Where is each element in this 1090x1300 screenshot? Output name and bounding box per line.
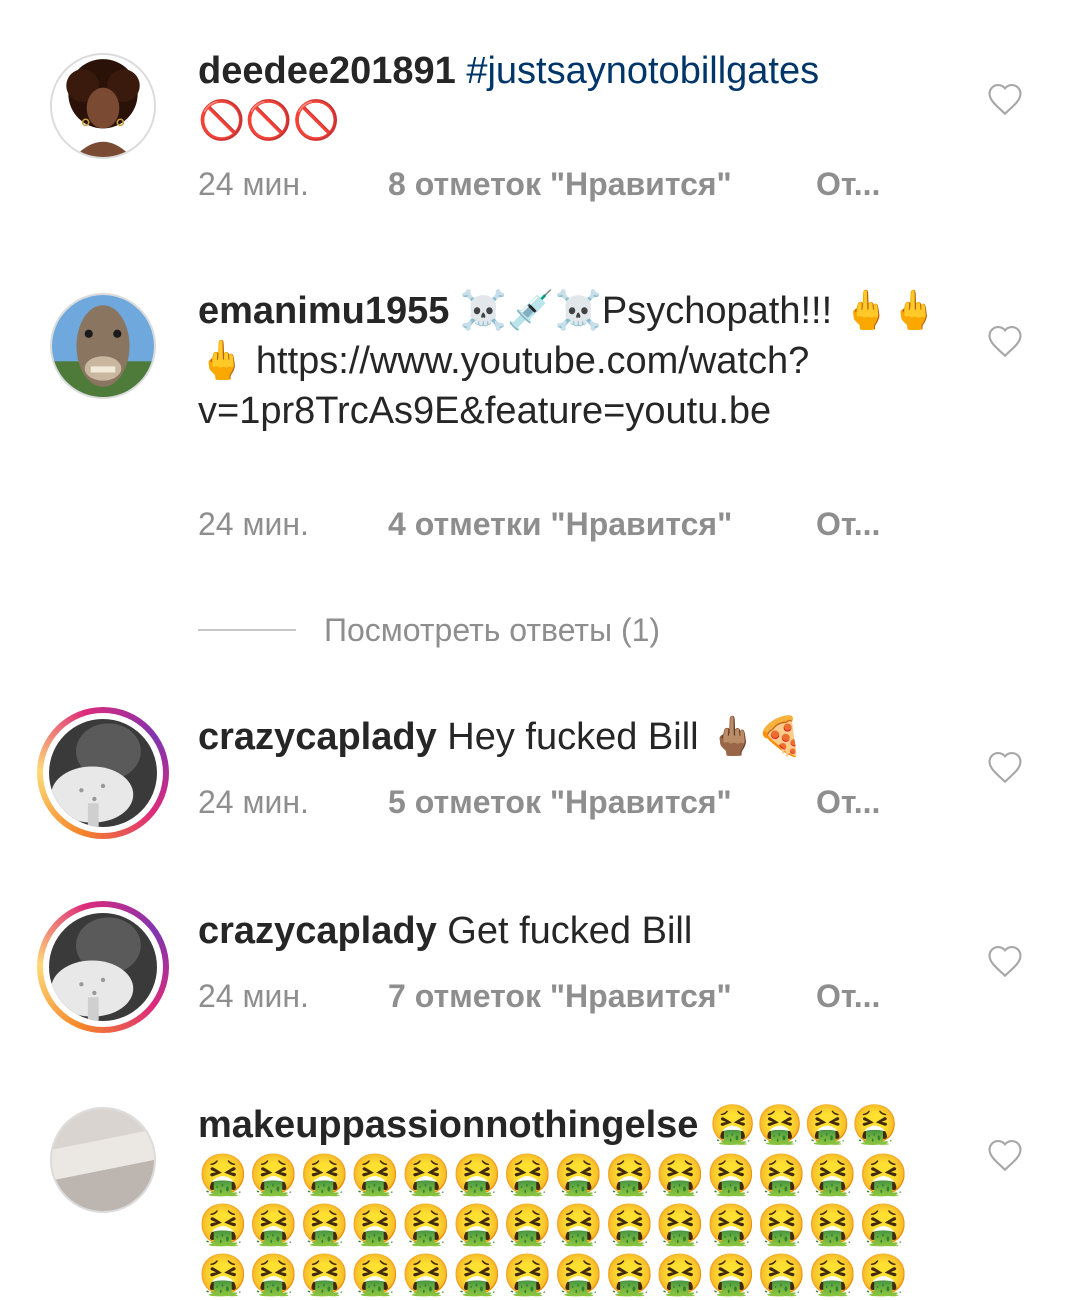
likes-count-link[interactable]: 4 отметки "Нравится" [388, 506, 816, 543]
reply-button[interactable]: От... [816, 506, 880, 543]
comment-meta: 24 мин. 5 отметок "Нравится" От... [198, 784, 880, 821]
comment-username[interactable]: makeuppassionnothingelse [198, 1104, 698, 1146]
comment-username[interactable]: crazycaplady [198, 910, 437, 952]
avatar-story-ring[interactable] [37, 901, 169, 1033]
emoji-row: 🤮🤮🤮🤮🤮🤮🤮🤮🤮🤮🤮🤮🤮🤮 [198, 1253, 910, 1297]
hashtag-link[interactable]: #justsaynotobillgates [466, 50, 819, 92]
avatar-image [52, 1109, 154, 1211]
view-replies-button[interactable]: Посмотреть ответы (1) [198, 608, 660, 652]
comment-meta: 24 мин. 8 отметок "Нравится" От... [198, 166, 880, 203]
comment-text: crazycaplady Hey fucked Bill 🖕🏽🍕 [198, 712, 938, 762]
comment-time: 24 мин. [198, 166, 309, 202]
emoji-line: 🚫🚫🚫 [198, 100, 340, 142]
comment-body: Hey fucked Bill 🖕🏽🍕 [436, 716, 804, 758]
comment-text: emanimu1955 ☠️💉☠️Psychopath!!! 🖕🖕🖕 https… [198, 286, 938, 436]
like-button[interactable] [986, 82, 1024, 116]
likes-count-link[interactable]: 5 отметок "Нравится" [388, 784, 816, 821]
like-button[interactable] [986, 944, 1024, 978]
comment-time: 24 мин. [198, 978, 309, 1014]
comment-time: 24 мин. [198, 506, 309, 542]
reply-button[interactable]: От... [816, 978, 880, 1015]
avatar-story-ring[interactable] [37, 707, 169, 839]
heart-outline-icon [988, 84, 1022, 116]
emoji-row: 🤮🤮🤮🤮🤮🤮🤮🤮🤮🤮🤮🤮🤮🤮 [198, 1203, 910, 1247]
heart-outline-icon [988, 326, 1022, 358]
view-replies-label: Посмотреть ответы (1) [324, 611, 661, 648]
avatar[interactable] [50, 53, 156, 159]
comment-username[interactable]: deedee201891 [198, 50, 456, 92]
comment-text: makeuppassionnothingelse 🤮🤮🤮🤮 🤮🤮🤮🤮🤮🤮🤮🤮🤮🤮… [198, 1100, 938, 1300]
reply-button[interactable]: От... [816, 166, 880, 203]
avatar[interactable] [50, 1107, 156, 1213]
comment-body: Get fucked Bill [436, 910, 693, 952]
reply-button[interactable]: От... [816, 784, 880, 821]
avatar-image [52, 55, 154, 157]
heart-outline-icon [988, 752, 1022, 784]
comment-username[interactable]: emanimu1955 [198, 290, 449, 332]
emoji-row: 🤮🤮🤮🤮🤮🤮🤮🤮🤮🤮🤮🤮🤮🤮 [198, 1153, 910, 1197]
heart-outline-icon [988, 946, 1022, 978]
comment-time: 24 мин. [198, 784, 309, 820]
comment-username[interactable]: crazycaplady [198, 716, 437, 758]
comment-meta: 24 мин. 7 отметок "Нравится" От... [198, 978, 880, 1015]
divider-line [198, 629, 296, 631]
comment-text: deedee201891 #justsaynotobillgates 🚫🚫🚫 [198, 46, 938, 146]
avatar-image [49, 719, 157, 827]
comment-body [456, 50, 467, 92]
avatar-image [52, 295, 154, 397]
comment-body: 🤮🤮🤮🤮 [698, 1104, 899, 1146]
avatar[interactable] [50, 293, 156, 399]
like-button[interactable] [986, 1138, 1024, 1172]
comment-text: crazycaplady Get fucked Bill [198, 906, 938, 956]
heart-outline-icon [988, 1140, 1022, 1172]
comment-meta: 24 мин. 4 отметки "Нравится" От... [198, 506, 880, 543]
avatar-image [49, 913, 157, 1021]
like-button[interactable] [986, 324, 1024, 358]
likes-count-link[interactable]: 7 отметок "Нравится" [388, 978, 816, 1015]
like-button[interactable] [986, 750, 1024, 784]
likes-count-link[interactable]: 8 отметок "Нравится" [388, 166, 816, 203]
